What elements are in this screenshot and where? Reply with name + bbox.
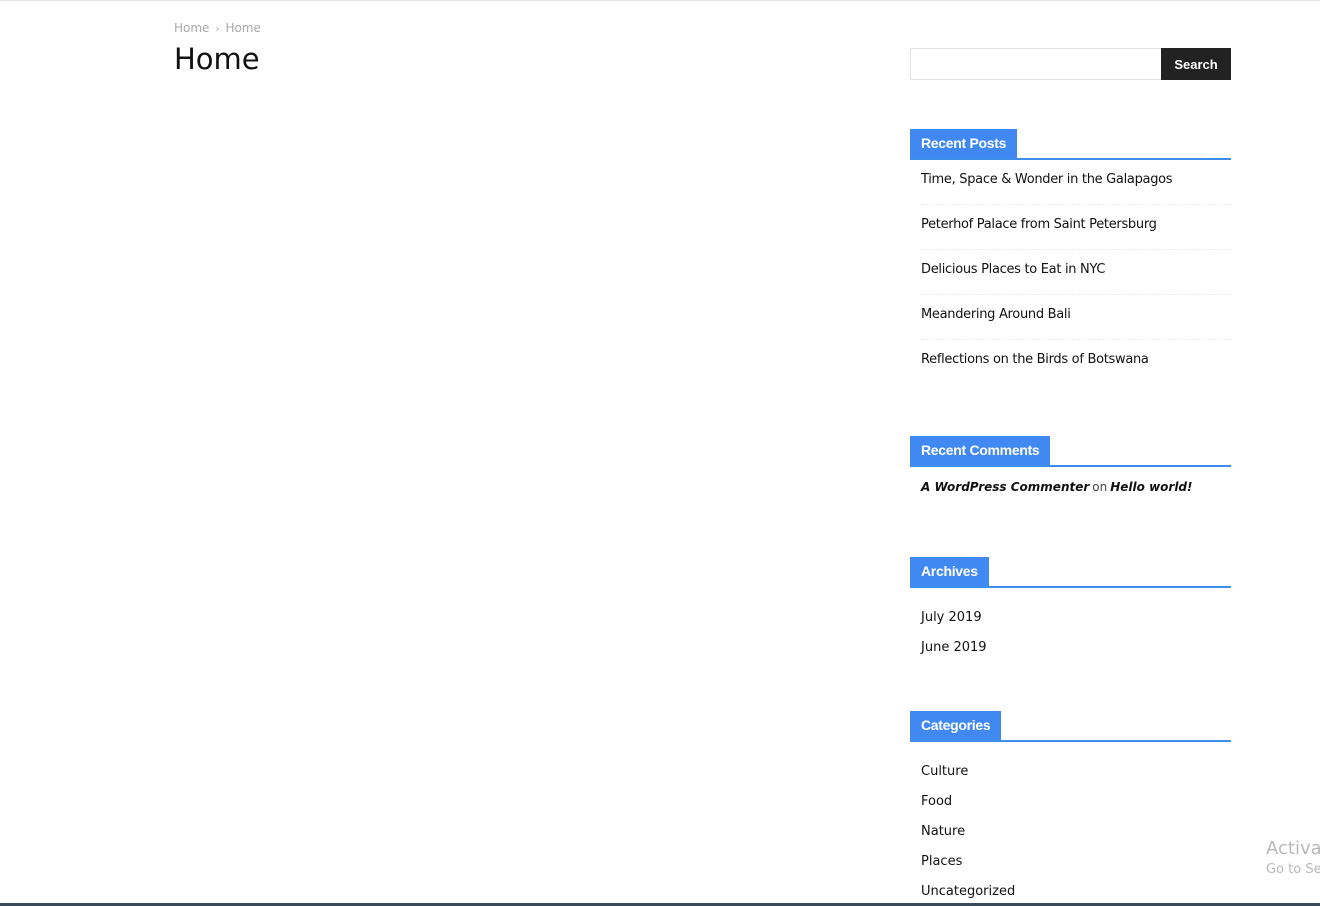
recent-post-link[interactable]: Reflections on the Birds of Botswana	[921, 352, 1149, 367]
list-item: Places	[921, 846, 1231, 876]
page-title: Home	[174, 42, 260, 76]
list-item: Culture	[921, 756, 1231, 786]
recent-posts-widget: Recent Posts Time, Space & Wonder in the…	[910, 129, 1231, 385]
list-item: Nature	[921, 816, 1231, 846]
category-link[interactable]: Food	[921, 794, 952, 809]
category-link[interactable]: Uncategorized	[921, 884, 1015, 899]
breadcrumb-item-home[interactable]: Home	[174, 21, 209, 35]
archive-link[interactable]: July 2019	[921, 610, 982, 625]
recent-post-link[interactable]: Meandering Around Bali	[921, 307, 1071, 322]
list-item: Meandering Around Bali	[921, 295, 1231, 340]
recent-comments-widget: Recent Comments A WordPress Commenter on H…	[910, 436, 1231, 494]
recent-comments-title: Recent Comments	[910, 436, 1051, 465]
recent-comments-header: Recent Comments	[910, 436, 1231, 467]
search-button[interactable]: Search	[1161, 48, 1231, 80]
watermark-subtitle: Go to Se	[1266, 862, 1320, 877]
archives-header: Archives	[910, 557, 1231, 588]
category-link[interactable]: Culture	[921, 764, 968, 779]
recent-post-link[interactable]: Peterhof Palace from Saint Petersburg	[921, 217, 1157, 232]
category-link[interactable]: Nature	[921, 824, 965, 839]
breadcrumb-item-current: Home	[225, 21, 261, 35]
list-item: Reflections on the Birds of Botswana	[921, 340, 1231, 385]
categories-header: Categories	[910, 711, 1231, 742]
search-form: Search	[910, 48, 1231, 80]
comment-item: A WordPress Commenter on Hello world!	[910, 480, 1231, 494]
breadcrumb: Home › Home	[174, 21, 261, 35]
list-item: Peterhof Palace from Saint Petersburg	[921, 205, 1231, 250]
archives-title: Archives	[910, 557, 989, 586]
search-input[interactable]	[910, 48, 1161, 80]
archives-widget: Archives July 2019 June 2019	[910, 557, 1231, 662]
page: Home › Home Home Search Recent Posts Time,…	[0, 0, 1320, 906]
comment-author-link[interactable]: A WordPress Commenter	[921, 480, 1089, 494]
comment-post-link[interactable]: Hello world!	[1110, 480, 1192, 494]
recent-posts-header: Recent Posts	[910, 129, 1231, 160]
list-item: June 2019	[921, 632, 1231, 662]
categories-list: Culture Food Nature Places Uncategorized	[910, 756, 1231, 906]
list-item: Uncategorized	[921, 876, 1231, 906]
list-item: July 2019	[921, 602, 1231, 632]
recent-post-link[interactable]: Delicious Places to Eat in NYC	[921, 262, 1105, 277]
list-item: Delicious Places to Eat in NYC	[921, 250, 1231, 295]
recent-post-link[interactable]: Time, Space & Wonder in the Galapagos	[921, 172, 1173, 187]
categories-widget: Categories Culture Food Nature Places Un…	[910, 711, 1231, 906]
archives-list: July 2019 June 2019	[910, 602, 1231, 662]
recent-posts-list: Time, Space & Wonder in the Galapagos Pe…	[910, 160, 1231, 385]
categories-title: Categories	[910, 711, 1002, 740]
activation-watermark: Activa Go to Se	[1266, 837, 1320, 879]
list-item: Time, Space & Wonder in the Galapagos	[921, 160, 1231, 205]
list-item: Food	[921, 786, 1231, 816]
watermark-title: Activa	[1266, 838, 1320, 859]
breadcrumb-separator: ›	[215, 24, 220, 35]
recent-posts-title: Recent Posts	[910, 129, 1018, 158]
archive-link[interactable]: June 2019	[921, 640, 987, 655]
comment-connector: on	[1092, 480, 1108, 494]
category-link[interactable]: Places	[921, 854, 962, 869]
